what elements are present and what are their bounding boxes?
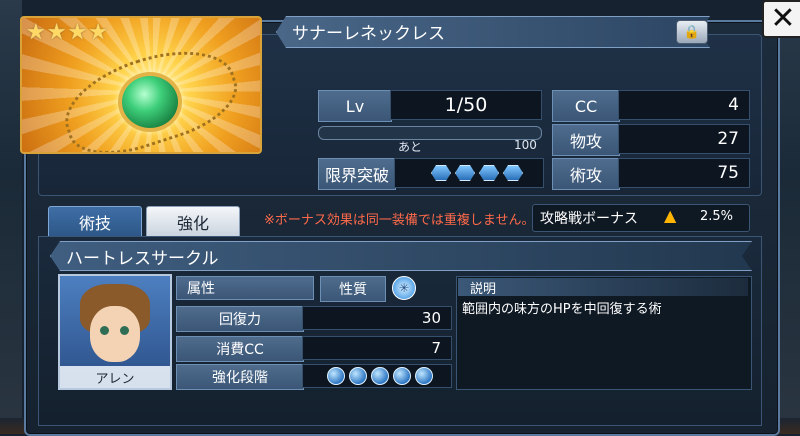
close-icon: ✕ bbox=[770, 1, 796, 36]
character-name: アレン bbox=[60, 366, 170, 388]
limit-break-label: 限界突破 bbox=[318, 158, 396, 190]
close-button[interactable]: ✕ bbox=[762, 0, 800, 38]
tab-enhance[interactable]: 強化 bbox=[146, 206, 240, 238]
limit-break-slots bbox=[394, 158, 544, 188]
arte-atk-value: 75 bbox=[618, 158, 750, 188]
exp-bar bbox=[318, 126, 542, 140]
bonus-notice: ※ボーナス効果は同一装備では重複しません。 bbox=[264, 213, 535, 228]
star-icon: ★ bbox=[26, 20, 46, 45]
nature-label: 性質 bbox=[320, 276, 386, 302]
up-arrow-icon: ▲ bbox=[664, 206, 677, 225]
background-left bbox=[0, 0, 22, 434]
item-name: サナーレネックレス bbox=[292, 24, 445, 44]
skill-name: ハートレスサークル bbox=[66, 249, 219, 269]
enhance-orb-icon bbox=[415, 367, 433, 385]
enhance-orb-icon bbox=[327, 367, 345, 385]
item-image: ★ ★ ★ ★ bbox=[20, 16, 262, 154]
tab-arte[interactable]: 術技 bbox=[48, 206, 142, 238]
lv-label: Lv bbox=[318, 90, 392, 122]
enhance-stage-orbs bbox=[302, 364, 452, 388]
enhance-stage-label: 強化段階 bbox=[176, 364, 304, 390]
limit-break-gem-icon bbox=[503, 165, 523, 181]
star-icon: ★ bbox=[67, 20, 88, 45]
element-icon: ✳ bbox=[392, 276, 416, 300]
cc-cost-label: 消費CC bbox=[176, 336, 304, 362]
phys-atk-label: 物攻 bbox=[552, 124, 620, 156]
enhance-orb-icon bbox=[371, 367, 389, 385]
enhance-orb-icon bbox=[349, 367, 367, 385]
exp-remaining-value: 100 bbox=[514, 138, 537, 152]
description-text: 範囲内の味方のHPを中回復する術 bbox=[462, 302, 662, 317]
heal-power-label: 回復力 bbox=[176, 306, 304, 332]
portrait-eye bbox=[120, 326, 129, 335]
rarity-stars: ★ ★ ★ ★ bbox=[26, 20, 108, 45]
lv-value: 1/50 bbox=[390, 90, 542, 120]
cc-stat-value: 4 bbox=[618, 90, 750, 120]
star-icon: ★ bbox=[46, 20, 67, 45]
cc-stat-label: CC bbox=[552, 90, 620, 122]
limit-break-gem-icon bbox=[455, 165, 475, 181]
bonus-label: 攻略戦ボーナス bbox=[540, 211, 638, 227]
description-label: 説明 bbox=[458, 278, 748, 297]
enhance-orb-icon bbox=[393, 367, 411, 385]
lock-button[interactable]: 🔒 bbox=[676, 20, 708, 44]
background-right bbox=[778, 0, 800, 434]
attribute-label: 属性 bbox=[176, 276, 314, 300]
limit-break-gem-icon bbox=[431, 165, 451, 181]
character-portrait: アレン bbox=[58, 274, 172, 390]
heal-power-value: 30 bbox=[302, 306, 452, 330]
lock-icon: 🔒 bbox=[683, 24, 701, 40]
limit-break-gem-icon bbox=[479, 165, 499, 181]
portrait-face bbox=[90, 306, 140, 362]
star-icon: ★ bbox=[88, 20, 108, 45]
phys-atk-value: 27 bbox=[618, 124, 750, 154]
exp-remaining-label: あと bbox=[398, 140, 423, 154]
portrait-eye bbox=[100, 326, 109, 335]
necklace-gem bbox=[118, 72, 182, 132]
arte-atk-label: 術攻 bbox=[552, 158, 620, 190]
bonus-value: 2.5% bbox=[700, 209, 734, 224]
cc-cost-value: 7 bbox=[302, 336, 452, 360]
